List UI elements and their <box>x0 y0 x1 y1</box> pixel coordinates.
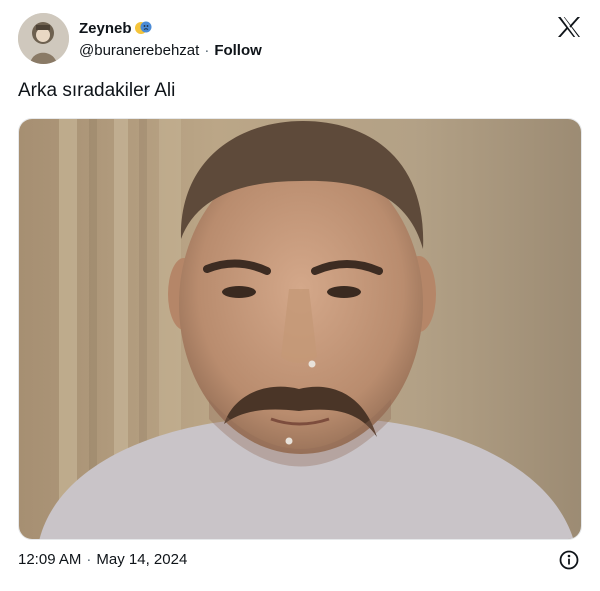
display-name[interactable]: Zeyneb <box>79 20 132 37</box>
info-icon[interactable] <box>559 550 579 570</box>
tweet-date[interactable]: May 14, 2024 <box>96 551 187 568</box>
tweet-time[interactable]: 12:09 AM <box>18 551 81 568</box>
tweet-text: Arka sıradakiler Ali <box>18 80 176 101</box>
timestamp-separator: · <box>86 551 92 568</box>
tweet-media-image[interactable] <box>18 118 582 540</box>
follow-button[interactable]: Follow <box>214 42 262 59</box>
avatar[interactable] <box>18 13 69 64</box>
performing-arts-emoji-icon <box>134 20 152 36</box>
x-logo-icon[interactable] <box>557 16 581 38</box>
user-handle[interactable]: @buranerebehzat <box>79 42 199 59</box>
separator-dot: · <box>204 41 210 59</box>
